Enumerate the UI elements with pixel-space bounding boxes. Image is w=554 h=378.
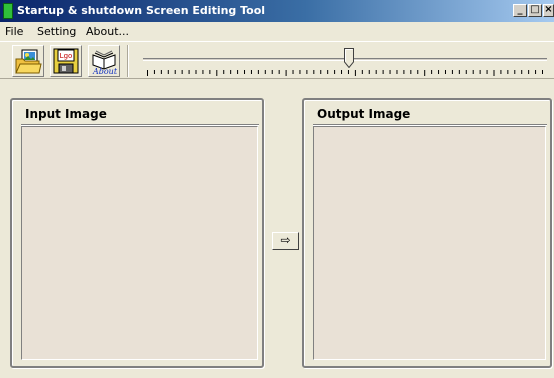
save-logo-button[interactable]: Lgo — [50, 45, 82, 77]
save-logo-icon: Lgo — [53, 48, 79, 74]
slider-ticks — [147, 70, 543, 76]
app-window: Startup & shutdown Screen Editing Tool _… — [0, 0, 554, 378]
title-bar[interactable]: Startup & shutdown Screen Editing Tool _… — [0, 0, 554, 22]
menu-about[interactable]: About... — [86, 25, 129, 38]
menu-bar: File Setting About... — [0, 22, 554, 41]
close-button[interactable]: × — [543, 4, 554, 17]
input-image-area[interactable] — [21, 126, 258, 360]
menu-file[interactable]: File — [5, 25, 23, 38]
app-icon[interactable] — [3, 3, 13, 19]
open-image-button[interactable] — [12, 45, 44, 77]
slider-thumb[interactable] — [343, 48, 354, 68]
window-title: Startup & shutdown Screen Editing Tool — [17, 4, 266, 17]
about-caption: About — [92, 67, 118, 75]
toolbar: Lgo About — [0, 41, 554, 79]
scale-slider[interactable] — [143, 48, 547, 78]
input-image-title: Input Image — [25, 107, 107, 121]
output-image-area[interactable] — [313, 126, 546, 360]
output-image-panel: Output Image — [302, 98, 552, 368]
output-image-title: Output Image — [317, 107, 411, 121]
input-image-panel: Input Image — [10, 98, 264, 368]
logo-caption: Lgo — [60, 52, 73, 60]
open-image-icon — [15, 49, 42, 74]
toolbar-separator — [127, 45, 129, 77]
about-button[interactable]: About — [88, 45, 120, 77]
about-book-icon: About — [92, 50, 118, 75]
menu-setting[interactable]: Setting — [37, 25, 76, 38]
maximize-button[interactable]: □ — [528, 4, 542, 17]
convert-button[interactable]: ⇨ — [272, 232, 299, 250]
minimize-button[interactable]: _ — [513, 4, 527, 17]
